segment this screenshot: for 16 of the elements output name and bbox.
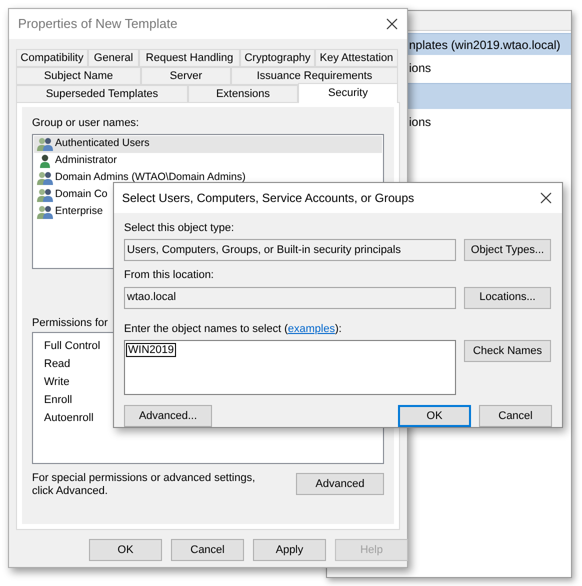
permission-name: Write [44, 375, 70, 390]
group-label: Group or user names: [32, 116, 139, 131]
permissions-label: Permissions for [32, 316, 108, 330]
row-text: nplates (win2019.wtao.local) [409, 36, 560, 54]
location-label: From this location: [124, 268, 214, 283]
permission-name: Enroll [44, 393, 72, 408]
object-names-label: Enter the object names to select (examples): [124, 322, 342, 336]
object-type-label: Select this object type: [124, 220, 234, 236]
permission-name: Read [44, 357, 70, 372]
permission-name: Full Control [44, 339, 100, 354]
window-title: Properties of New Template [18, 15, 178, 34]
permission-name: Autoenroll [44, 411, 94, 426]
row-text: ions [409, 60, 432, 77]
window-title: Select Users, Computers, Service Accounts, or Groups [122, 190, 414, 207]
row-text: ions [409, 114, 432, 131]
special-permissions-text: For special permissions or advanced settings, click Advanced. [32, 472, 256, 498]
